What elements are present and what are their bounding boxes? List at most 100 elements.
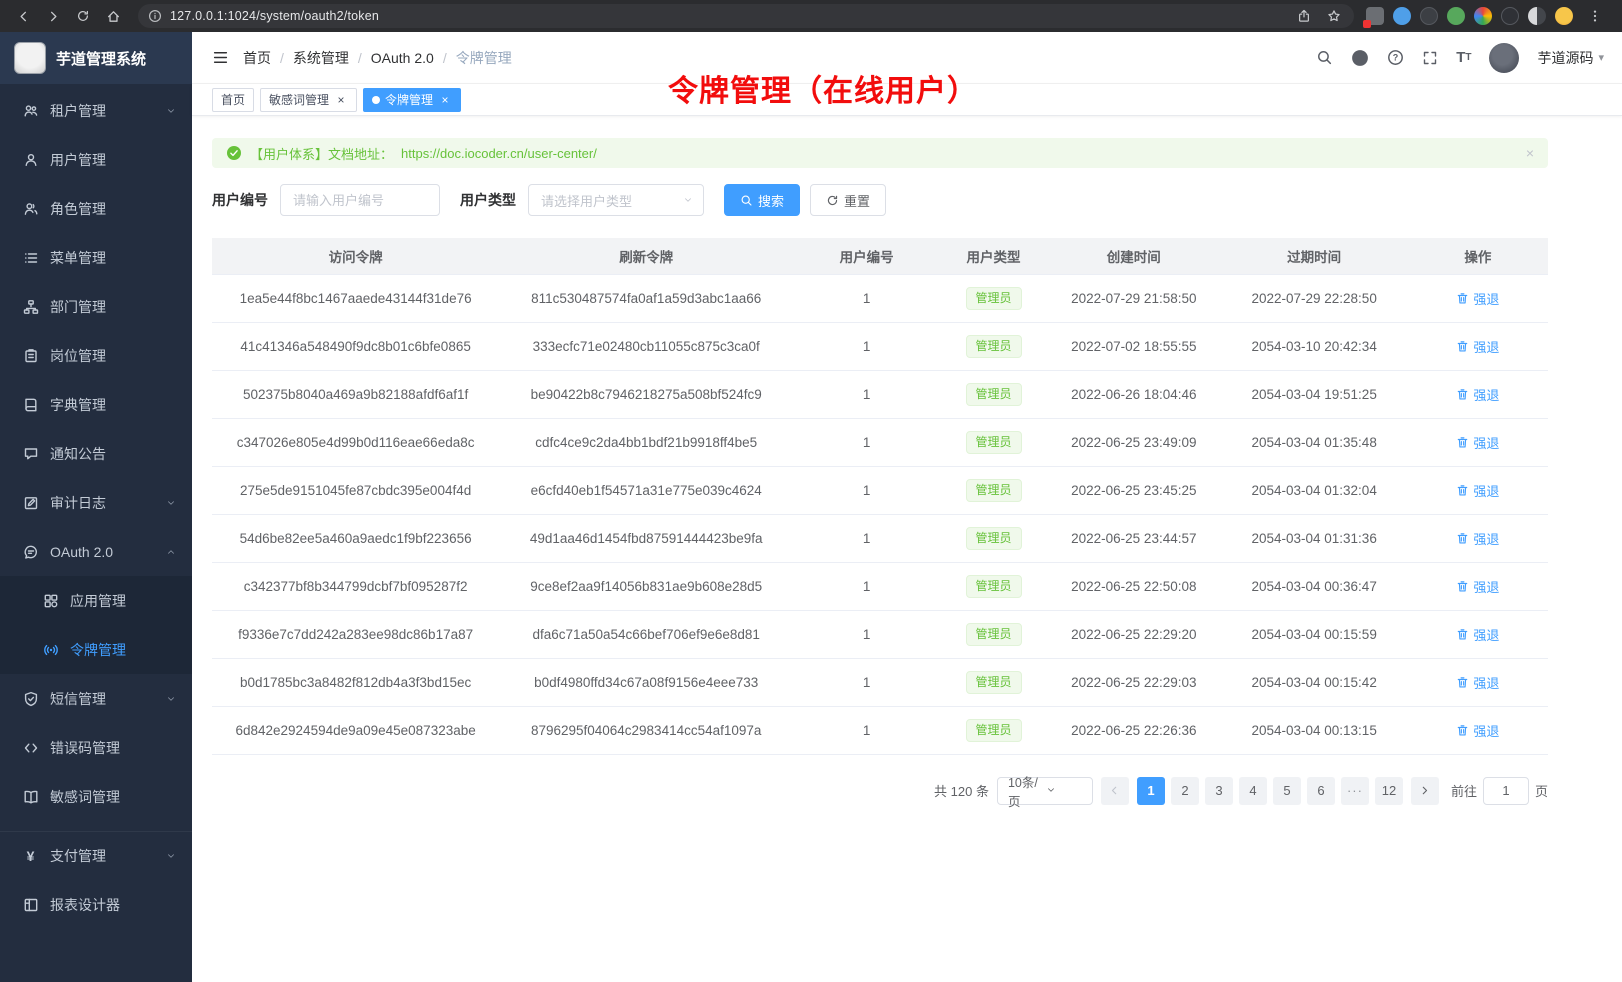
user-menu[interactable]: 芋道源码 ▾ [1537,48,1604,68]
create-time-cell: 2022-06-25 22:29:20 [1047,610,1221,658]
alert-close-icon[interactable]: × [1526,145,1534,161]
sidebar-item-sms[interactable]: 短信管理 [0,674,192,723]
extension-icon[interactable] [1501,7,1519,25]
reload-icon[interactable] [70,3,96,29]
sidebar-item-role[interactable]: 角色管理 [0,184,192,233]
sidebar-item-oauth2-token[interactable]: 令牌管理 [0,625,192,674]
force-logout-button[interactable]: 强退 [1456,289,1499,308]
pager-page-12[interactable]: 12 [1375,777,1403,805]
pager-more-button[interactable]: ··· [1341,777,1369,805]
force-logout-button[interactable]: 强退 [1456,337,1499,356]
doc-alert: 【用户体系】文档地址： https://doc.iocoder.cn/user-… [212,138,1548,168]
page-size-select[interactable]: 10条/页 [997,777,1093,805]
search-button[interactable]: 搜索 [724,184,800,216]
extension-icon[interactable] [1447,7,1465,25]
pager-page-5[interactable]: 5 [1273,777,1301,805]
close-icon[interactable] [334,93,348,107]
goto-page-input[interactable] [1483,777,1529,805]
pager-page-4[interactable]: 4 [1239,777,1267,805]
force-logout-button[interactable]: 强退 [1456,385,1499,404]
doc-link[interactable]: https://doc.iocoder.cn/user-center/ [401,146,597,161]
chevron-down-icon [166,694,176,704]
forward-icon[interactable] [40,3,66,29]
force-logout-button[interactable]: 强退 [1456,673,1499,692]
action-cell: 强退 [1408,322,1548,370]
force-logout-button[interactable]: 强退 [1456,481,1499,500]
extension-icon[interactable] [1366,7,1384,25]
home-icon[interactable] [100,3,126,29]
sidebar-item-dict[interactable]: 字典管理 [0,380,192,429]
report-icon [22,897,39,913]
prev-page-button[interactable] [1101,777,1129,805]
reset-button-label: 重置 [844,191,870,210]
trash-icon [1456,436,1469,449]
browser-profile-avatar[interactable] [1555,7,1573,25]
force-logout-button[interactable]: 强退 [1456,721,1499,740]
user-id-input[interactable] [280,184,440,216]
sidebar-item-tenant[interactable]: 租户管理 [0,86,192,135]
breadcrumb-system[interactable]: 系统管理 [293,48,349,68]
sidebar-item-menu[interactable]: 菜单管理 [0,233,192,282]
fullscreen-icon[interactable] [1422,50,1438,66]
chevron-down-icon [683,195,693,205]
sidebar-item-pay[interactable]: ¥支付管理 [0,831,192,880]
sidebar-fold-icon[interactable] [212,49,229,66]
bookmark-star-icon[interactable] [1324,6,1344,26]
address-bar[interactable]: 127.0.0.1:1024/system/oauth2/token [138,4,1354,28]
sidebar-item-notice[interactable]: 通知公告 [0,429,192,478]
breadcrumb-oauth[interactable]: OAuth 2.0 [371,50,434,66]
user-id-cell: 1 [793,370,940,418]
trash-icon [1456,628,1469,641]
sidebar-item-error-code[interactable]: 错误码管理 [0,723,192,772]
tab-home[interactable]: 首页 [212,88,254,112]
extension-icon[interactable] [1420,7,1438,25]
pager-page-1[interactable]: 1 [1137,777,1165,805]
sidebar-item-post[interactable]: 岗位管理 [0,331,192,380]
extension-icon[interactable] [1474,7,1492,25]
sensitive-word-icon [22,789,39,805]
sidebar-item-report[interactable]: 报表设计器 [0,880,192,929]
extension-icon[interactable] [1528,7,1546,25]
action-cell: 强退 [1408,466,1548,514]
trash-icon [1456,580,1469,593]
sidebar-item-oauth2[interactable]: OAuth 2.0 [0,527,192,576]
force-logout-label: 强退 [1473,673,1499,692]
search-icon[interactable] [1316,49,1333,66]
help-icon[interactable]: ? [1387,49,1404,66]
table-header-row: 访问令牌刷新令牌用户编号用户类型创建时间过期时间操作 [212,238,1548,274]
sidebar-item-dept[interactable]: 部门管理 [0,282,192,331]
back-icon[interactable] [10,3,36,29]
app-logo[interactable]: 芋道管理系统 [0,32,192,84]
column-header: 创建时间 [1047,238,1221,274]
expire-time-cell: 2054-03-10 20:42:34 [1221,322,1408,370]
tab-sensitive-word[interactable]: 敏感词管理 [260,88,357,112]
force-logout-button[interactable]: 强退 [1456,577,1499,596]
close-icon[interactable] [438,93,452,107]
sidebar-item-oauth2-app[interactable]: 应用管理 [0,576,192,625]
sidebar-item-audit-log[interactable]: 审计日志 [0,478,192,527]
user-id-cell: 1 [793,514,940,562]
force-logout-label: 强退 [1473,481,1499,500]
pager-page-3[interactable]: 3 [1205,777,1233,805]
pager-page-6[interactable]: 6 [1307,777,1335,805]
user-avatar[interactable] [1489,43,1519,73]
site-info-icon[interactable] [148,9,162,23]
reset-button[interactable]: 重置 [810,184,886,216]
extension-icon[interactable] [1393,7,1411,25]
share-icon[interactable] [1294,6,1314,26]
next-page-button[interactable] [1411,777,1439,805]
sidebar-item-sensitive-word[interactable]: 敏感词管理 [0,772,192,821]
url-text: 127.0.0.1:1024/system/oauth2/token [170,9,1286,23]
github-icon[interactable] [1351,49,1369,67]
expire-time-cell: 2054-03-04 01:35:48 [1221,418,1408,466]
pager-page-2[interactable]: 2 [1171,777,1199,805]
force-logout-button[interactable]: 强退 [1456,529,1499,548]
browser-menu-icon[interactable] [1582,3,1608,29]
user-type-select[interactable]: 请选择用户类型 [528,184,704,216]
sidebar-item-user[interactable]: 用户管理 [0,135,192,184]
force-logout-button[interactable]: 强退 [1456,433,1499,452]
force-logout-button[interactable]: 强退 [1456,625,1499,644]
breadcrumb-home[interactable]: 首页 [243,48,271,68]
tab-token[interactable]: 令牌管理 [363,88,461,112]
font-size-icon[interactable]: TT [1456,50,1471,65]
